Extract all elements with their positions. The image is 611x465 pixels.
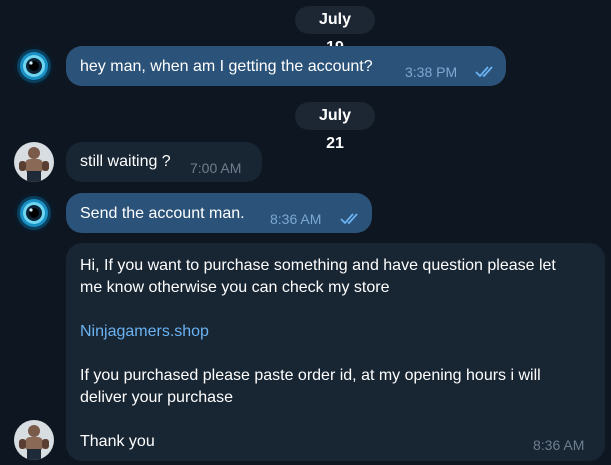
message-text: still waiting ? [80, 153, 171, 170]
message-bubble-incoming[interactable]: still waiting ? 7:00 AM [66, 142, 262, 182]
message-time: 8:36 AM [270, 211, 322, 227]
message-bubble-incoming[interactable]: Hi, If you want to purchase something an… [66, 243, 605, 461]
message-time: 7:00 AM [190, 160, 242, 176]
my-avatar[interactable] [14, 193, 54, 233]
eye-avatar-icon [14, 193, 54, 233]
message-bubble-outgoing[interactable]: hey man, when am I getting the account? … [66, 46, 506, 86]
message-text: Send the account man. [80, 205, 245, 222]
message-text-line: Hi, If you want to purchase something an… [80, 257, 556, 274]
message-bubble-outgoing[interactable]: Send the account man. 8:36 AM [66, 193, 372, 233]
my-avatar[interactable] [14, 46, 54, 86]
seller-avatar[interactable] [14, 142, 54, 182]
date-separator: July 21 [295, 102, 375, 152]
store-link[interactable]: Ninjagamers.shop [80, 321, 591, 343]
message-time: 3:38 PM [405, 64, 458, 80]
message-text-line: me know otherwise you can check my store [80, 279, 390, 296]
fighter-avatar-icon [14, 142, 54, 182]
message-text: hey man, when am I getting the account? [80, 58, 373, 75]
eye-avatar-icon [14, 46, 54, 86]
message-text-line: If you purchased please paste order id, … [80, 367, 541, 384]
date-separator: July 19 [295, 6, 375, 56]
message-time: 8:36 AM [533, 437, 585, 453]
double-check-icon [475, 66, 493, 78]
double-check-icon [340, 213, 358, 225]
message-text-line: deliver your purchase [80, 389, 233, 406]
fighter-avatar-icon [14, 420, 54, 460]
message-text-line: Thank you [80, 433, 155, 450]
seller-avatar[interactable] [14, 420, 54, 460]
